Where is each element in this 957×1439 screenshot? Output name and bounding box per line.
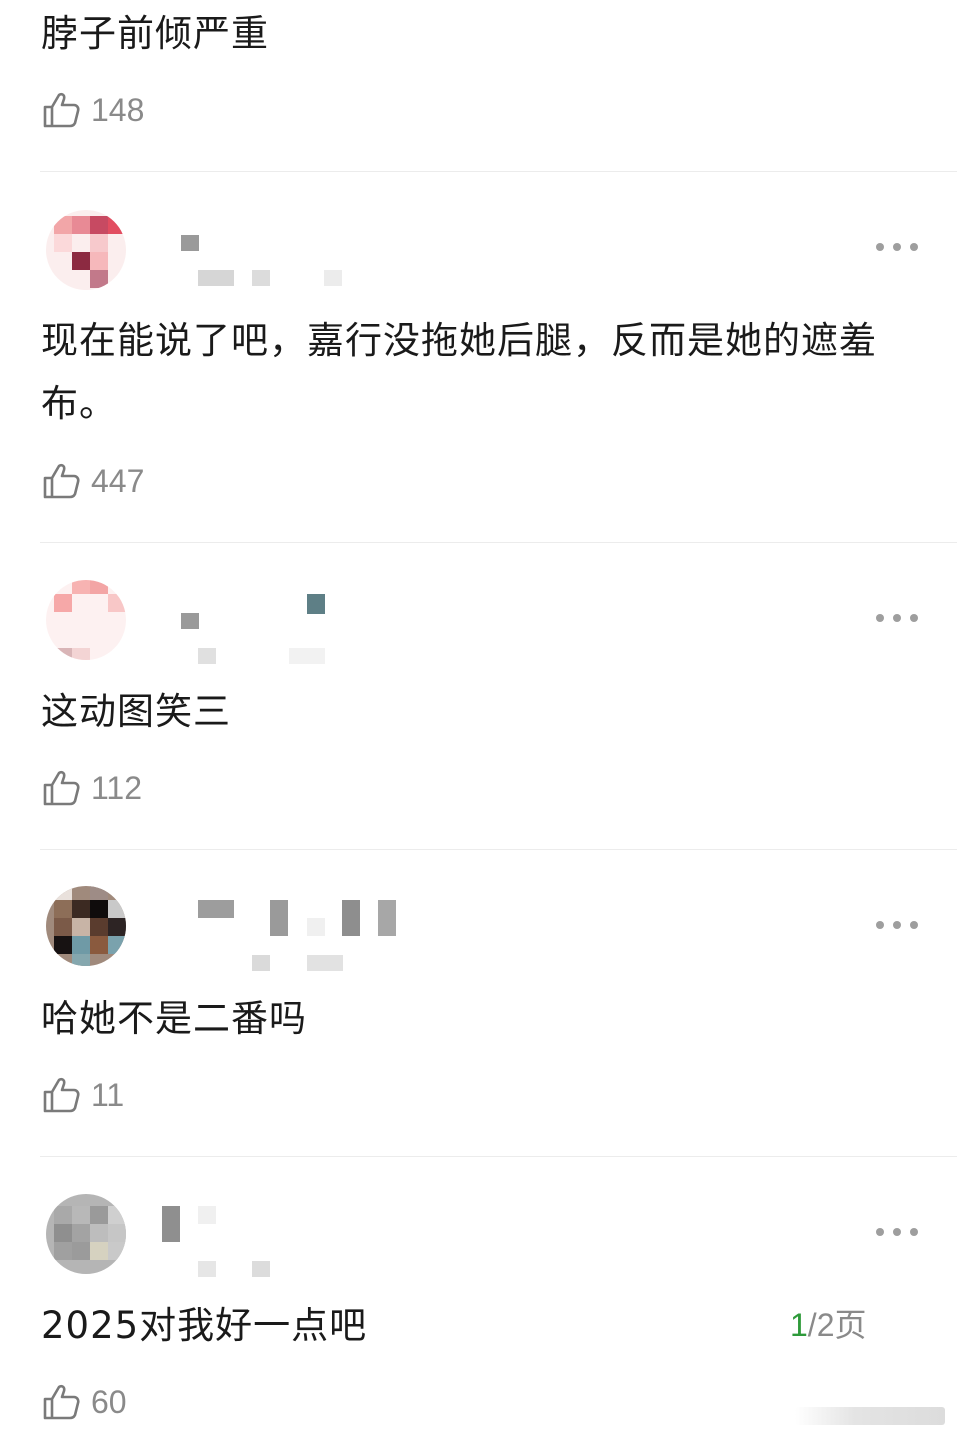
comment-text: 脖子前倾严重 [41, 12, 269, 55]
more-options-button[interactable] [876, 241, 918, 253]
thumbs-up-icon [41, 768, 81, 808]
divider [40, 849, 957, 850]
username-blurred[interactable] [307, 594, 325, 614]
current-page: 1 [790, 1307, 808, 1343]
meta-blurred [198, 1261, 216, 1277]
like-count: 447 [91, 462, 145, 499]
like-button[interactable]: 11 [41, 1073, 124, 1117]
meta-blurred [252, 1261, 270, 1277]
username-blurred[interactable] [307, 918, 325, 936]
avatar[interactable] [46, 580, 126, 660]
divider [40, 1156, 957, 1157]
comment-text: 现在能说了吧，嘉行没拖她后腿，反而是她的遮羞布。 [41, 319, 877, 425]
avatar[interactable] [46, 1194, 126, 1274]
username-blurred[interactable] [181, 613, 199, 629]
more-options-button[interactable] [876, 612, 918, 624]
thumbs-up-icon [41, 461, 81, 501]
like-button[interactable]: 447 [41, 459, 144, 503]
comment-text: 2025对我好一点吧 [41, 1304, 368, 1347]
username-blurred[interactable] [378, 900, 396, 936]
meta-blurred [289, 648, 325, 664]
more-options-button[interactable] [876, 919, 918, 931]
meta-blurred [198, 270, 234, 286]
like-button[interactable]: 112 [41, 766, 142, 810]
username-blurred[interactable] [342, 900, 360, 936]
more-dots-icon [876, 1228, 884, 1236]
avatar[interactable] [46, 210, 126, 290]
like-count: 60 [91, 1383, 127, 1420]
like-button[interactable]: 60 [41, 1380, 127, 1424]
meta-blurred [198, 648, 216, 664]
more-dots-icon [876, 614, 884, 622]
more-dots-icon [876, 243, 884, 251]
divider [40, 171, 957, 172]
comment-text: 这动图笑三 [41, 690, 231, 733]
meta-blurred [252, 955, 270, 971]
username-blurred[interactable] [198, 1206, 216, 1224]
username-blurred[interactable] [270, 900, 288, 936]
meta-blurred [307, 955, 343, 971]
like-count: 112 [91, 769, 143, 806]
like-button[interactable]: 148 [41, 88, 144, 132]
username-blurred[interactable] [198, 900, 234, 918]
more-options-button[interactable] [876, 1226, 918, 1238]
more-dots-icon [876, 921, 884, 929]
meta-blurred [324, 270, 342, 286]
total-pages: /2页 [807, 1307, 867, 1343]
page-indicator[interactable]: 1/2页 [790, 1300, 867, 1346]
username-blurred[interactable] [162, 1206, 180, 1242]
thumbs-up-icon [41, 90, 81, 130]
like-count: 148 [91, 91, 145, 128]
like-count: 11 [91, 1076, 125, 1113]
username-blurred[interactable] [181, 235, 199, 251]
meta-blurred [252, 270, 270, 286]
thumbs-up-icon [41, 1075, 81, 1115]
avatar[interactable] [46, 886, 126, 966]
comment-text: 哈她不是二番吗 [41, 997, 307, 1040]
divider [40, 542, 957, 543]
watermark-blurred [795, 1407, 945, 1425]
thumbs-up-icon [41, 1382, 81, 1422]
